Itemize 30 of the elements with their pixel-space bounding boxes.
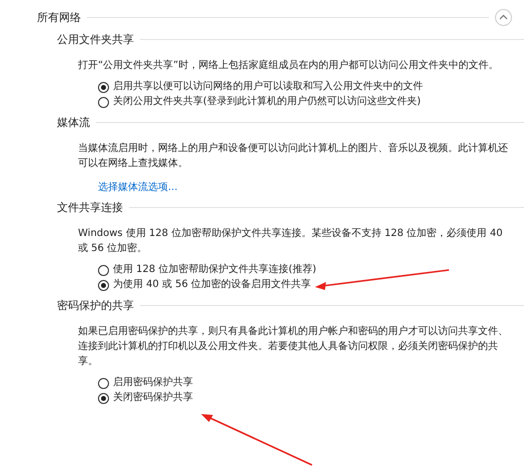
option-label: 启用共享以便可以访问网络的用户可以读取和写入公用文件夹中的文件	[113, 80, 423, 94]
collapse-button[interactable]	[495, 8, 512, 26]
option-label: 启用密码保护共享	[113, 376, 193, 390]
section-description: 当媒体流启用时，网络上的用户和设备便可以访问此计算机上的图片、音乐以及视频。此计算机还可以在网络上查找媒体。	[78, 142, 509, 171]
section-title: 文件共享连接	[57, 200, 123, 214]
option-label: 为使用 40 或 56 位加密的设备启用文件共享	[113, 278, 312, 292]
chevron-icon	[499, 14, 508, 20]
radio-icon[interactable]	[98, 392, 109, 404]
section-title: 密码保护的共享	[57, 298, 134, 312]
radio-icon[interactable]	[98, 82, 109, 92]
radio-icon[interactable]	[98, 96, 109, 108]
group-title: 所有网络	[37, 10, 81, 24]
options-link[interactable]: 选择媒体流选项...	[98, 180, 178, 194]
section-description: 如果已启用密码保护的共享，则只有具备此计算机的用户帐户和密码的用户才可以访问共享文件、连接到此计算机的打印机以及公用文件夹。若要使其他人具备访问权限，必须关闭密码保护的共享。	[78, 324, 509, 369]
section-description: Windows 使用 128 位加密帮助保护文件共享连接。某些设备不支持 128 位加密，必须使用 40 或 56 位加密。	[78, 226, 504, 256]
radio-icon[interactable]	[98, 264, 109, 276]
radio-option[interactable]: 关闭公用文件夹共享(登录到此计算机的用户仍然可以访问这些文件夹)	[98, 95, 524, 109]
radio-icon[interactable]	[98, 280, 109, 290]
radio-option[interactable]: 启用密码保护共享	[98, 376, 524, 390]
radio-option[interactable]: 启用共享以便可以访问网络的用户可以读取和写入公用文件夹中的文件	[98, 80, 524, 94]
option-label: 关闭公用文件夹共享(登录到此计算机的用户仍然可以访问这些文件夹)	[113, 95, 421, 109]
radio-option[interactable]: 关闭密码保护共享	[98, 391, 524, 405]
radio-option[interactable]: 为使用 40 或 56 位加密的设备启用文件共享	[98, 278, 524, 292]
radio-option[interactable]: 使用 128 位加密帮助保护文件共享连接(推荐)	[98, 263, 524, 277]
section-title: 媒体流	[57, 114, 90, 130]
option-label: 关闭密码保护共享	[113, 391, 193, 405]
radio-icon[interactable]	[98, 378, 109, 388]
section-description: 打开“公用文件夹共享”时，网络上包括家庭组成员在内的用户都可以访问公用文件夹中的文件。	[78, 58, 500, 73]
option-label: 使用 128 位加密帮助保护文件共享连接(推荐)	[113, 263, 316, 277]
section-title: 公用文件夹共享	[57, 32, 134, 46]
